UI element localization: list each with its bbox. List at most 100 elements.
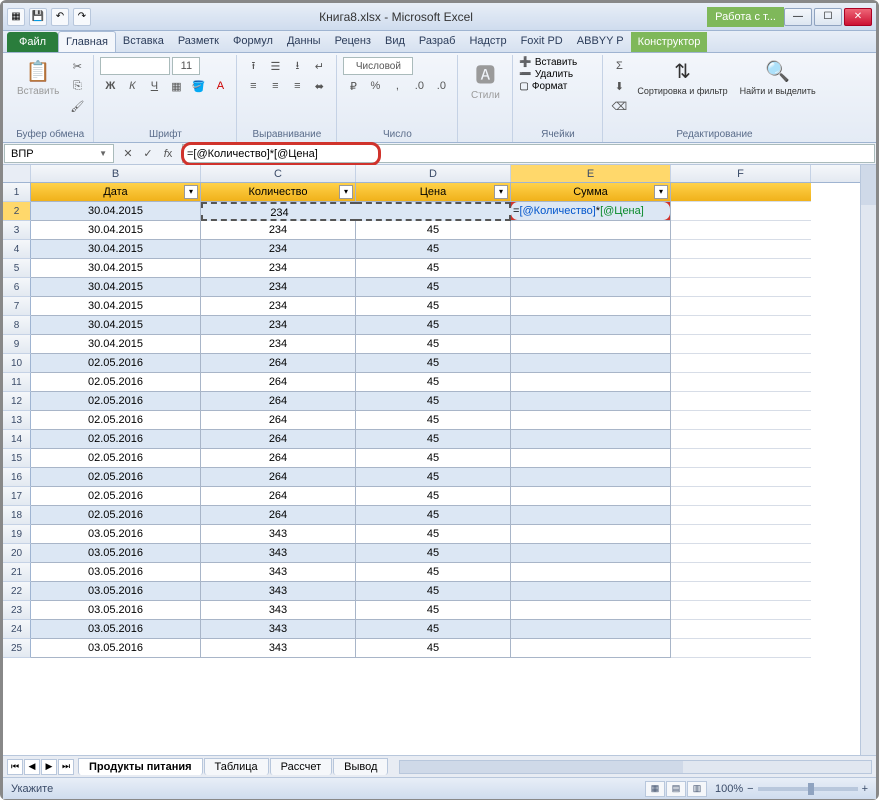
cell[interactable]: [511, 525, 671, 544]
cell[interactable]: [511, 468, 671, 487]
cell[interactable]: [671, 278, 811, 297]
cell[interactable]: 02.05.2016: [31, 506, 201, 525]
sheet-tab[interactable]: Продукты питания: [78, 758, 203, 775]
row-header[interactable]: 5: [3, 259, 31, 278]
format-painter-icon[interactable]: 🖌: [67, 97, 87, 115]
cell[interactable]: [671, 316, 811, 335]
cell[interactable]: [671, 468, 811, 487]
tab-разраб[interactable]: Разраб: [412, 31, 463, 52]
cell[interactable]: [511, 259, 671, 278]
border-icon[interactable]: ▦: [166, 77, 186, 95]
cell[interactable]: [671, 240, 811, 259]
autosum-icon[interactable]: Σ: [609, 57, 629, 75]
table-header[interactable]: Дата▾: [31, 183, 201, 202]
cell[interactable]: 45: [356, 601, 511, 620]
cell[interactable]: 343: [201, 639, 356, 658]
cell[interactable]: 264: [201, 430, 356, 449]
row-header[interactable]: 1: [3, 183, 31, 202]
horizontal-scrollbar[interactable]: [399, 760, 872, 774]
row-header[interactable]: 7: [3, 297, 31, 316]
redo-icon[interactable]: ↷: [73, 8, 91, 26]
underline-icon[interactable]: Ч: [144, 77, 164, 95]
cell[interactable]: 30.04.2015: [31, 202, 201, 221]
fill-color-icon[interactable]: 🪣: [188, 77, 208, 95]
cell[interactable]: [511, 430, 671, 449]
cell[interactable]: 45: [356, 430, 511, 449]
cell[interactable]: [511, 411, 671, 430]
cell[interactable]: [671, 335, 811, 354]
cell[interactable]: 02.05.2016: [31, 373, 201, 392]
zoom-out-button[interactable]: −: [747, 783, 753, 795]
cell[interactable]: 234: [201, 278, 356, 297]
cell[interactable]: 343: [201, 544, 356, 563]
align-right-icon[interactable]: ≡: [287, 77, 307, 95]
sheet-nav-last[interactable]: ⏭: [58, 759, 74, 775]
cell[interactable]: [356, 202, 511, 221]
cell[interactable]: 45: [356, 221, 511, 240]
fill-icon[interactable]: ⬇: [609, 77, 629, 95]
cell[interactable]: 264: [201, 449, 356, 468]
cell[interactable]: 343: [201, 525, 356, 544]
cell[interactable]: [511, 392, 671, 411]
cell[interactable]: [671, 582, 811, 601]
filter-icon[interactable]: ▾: [339, 185, 353, 199]
tab-реценз[interactable]: Реценз: [328, 31, 378, 52]
close-button[interactable]: ✕: [844, 8, 872, 26]
cell[interactable]: 30.04.2015: [31, 335, 201, 354]
row-header[interactable]: 14: [3, 430, 31, 449]
sheet-nav-next[interactable]: ▶: [41, 759, 57, 775]
row-header[interactable]: 23: [3, 601, 31, 620]
row-header[interactable]: 13: [3, 411, 31, 430]
cell[interactable]: [671, 392, 811, 411]
cell[interactable]: 03.05.2016: [31, 601, 201, 620]
cell[interactable]: 02.05.2016: [31, 468, 201, 487]
cell[interactable]: [511, 487, 671, 506]
align-middle-icon[interactable]: ☰: [265, 57, 285, 75]
cell[interactable]: 45: [356, 544, 511, 563]
sheet-nav-first[interactable]: ⏮: [7, 759, 23, 775]
row-header[interactable]: 19: [3, 525, 31, 544]
increase-decimal-icon[interactable]: .0: [409, 77, 429, 95]
cell[interactable]: 30.04.2015: [31, 221, 201, 240]
table-header[interactable]: Сумма▾: [511, 183, 671, 202]
row-header[interactable]: 20: [3, 544, 31, 563]
column-header[interactable]: B: [31, 165, 201, 182]
sheet-tab[interactable]: Рассчет: [270, 758, 333, 775]
cell[interactable]: 264: [201, 392, 356, 411]
align-center-icon[interactable]: ≡: [265, 77, 285, 95]
table-header[interactable]: Цена▾: [356, 183, 511, 202]
cell[interactable]: 02.05.2016: [31, 449, 201, 468]
cell[interactable]: [511, 240, 671, 259]
font-color-icon[interactable]: A: [210, 77, 230, 95]
cell[interactable]: [511, 639, 671, 658]
select-all-corner[interactable]: [3, 165, 31, 182]
cell[interactable]: 264: [201, 506, 356, 525]
row-header[interactable]: 16: [3, 468, 31, 487]
comma-icon[interactable]: ,: [387, 77, 407, 95]
row-header[interactable]: 18: [3, 506, 31, 525]
column-header[interactable]: E: [511, 165, 671, 182]
clear-icon[interactable]: ⌫: [609, 97, 629, 115]
tab-design[interactable]: Конструктор: [631, 32, 708, 52]
cell[interactable]: 45: [356, 525, 511, 544]
column-header[interactable]: C: [201, 165, 356, 182]
enter-formula-button[interactable]: ✓: [139, 145, 157, 163]
filter-icon[interactable]: ▾: [494, 185, 508, 199]
cell[interactable]: [511, 335, 671, 354]
insert-cells-button[interactable]: ➕Вставить: [519, 57, 577, 68]
cell[interactable]: 264: [201, 373, 356, 392]
page-layout-view-button[interactable]: ▤: [666, 781, 686, 797]
cell[interactable]: [671, 373, 811, 392]
cell[interactable]: 45: [356, 411, 511, 430]
row-header[interactable]: 25: [3, 639, 31, 658]
row-header[interactable]: 12: [3, 392, 31, 411]
formula-input[interactable]: =[@Количество]*[@Цена]: [182, 144, 875, 163]
cell[interactable]: [511, 297, 671, 316]
cell[interactable]: 234: [201, 240, 356, 259]
vertical-scrollbar[interactable]: [860, 165, 876, 755]
cell[interactable]: [671, 449, 811, 468]
font-name-combo[interactable]: [100, 57, 170, 75]
percent-icon[interactable]: %: [365, 77, 385, 95]
sort-filter-button[interactable]: ⇅ Сортировка и фильтр: [633, 57, 731, 98]
cell[interactable]: 234: [201, 297, 356, 316]
